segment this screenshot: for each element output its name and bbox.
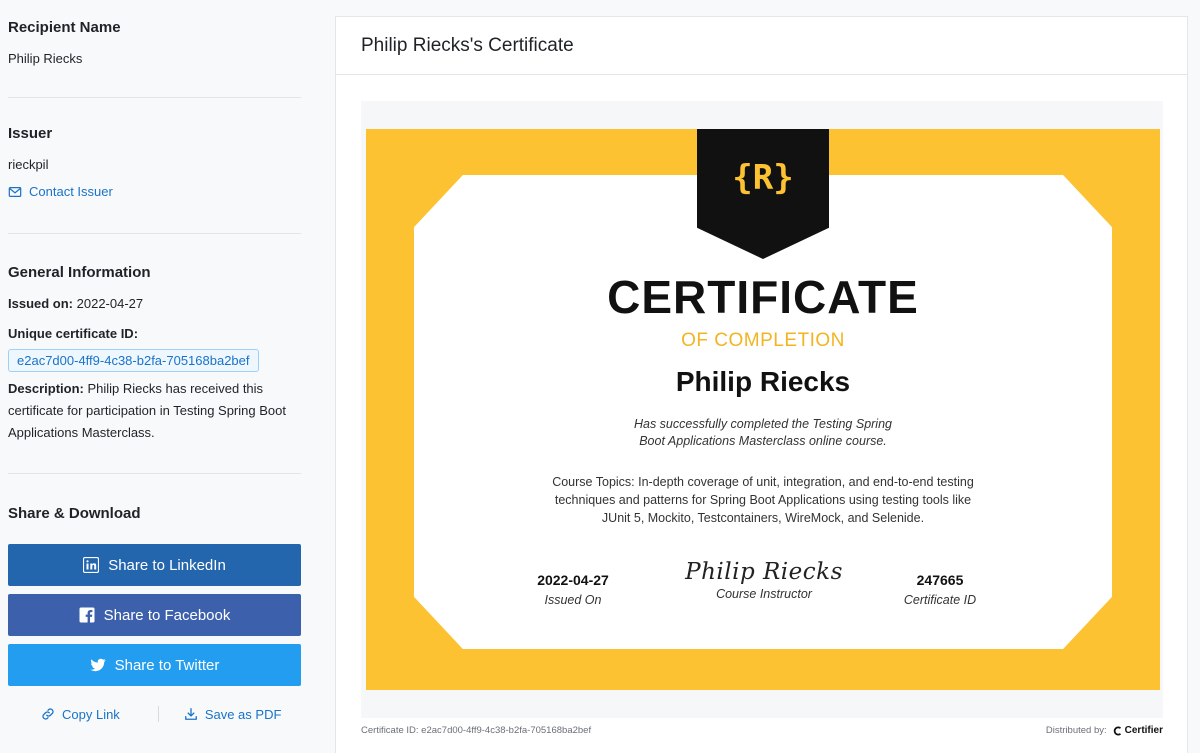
linkedin-icon — [83, 557, 100, 573]
recipient-name: Philip Riecks — [8, 51, 83, 66]
card-header: Philip Riecks's Certificate — [336, 17, 1187, 75]
instructor-label: Course Instructor — [716, 587, 812, 601]
share-section: Share & Download Share to LinkedIn Share… — [8, 474, 301, 722]
facebook-icon — [79, 607, 95, 623]
certifier-logo-icon — [1113, 726, 1121, 735]
certificate-instructor-block: Philip Riecks Course Instructor — [684, 559, 844, 601]
save-pdf-button[interactable]: Save as PDF — [184, 706, 282, 722]
general-info-section: General Information Issued on: 2022-04-2… — [8, 234, 301, 474]
footer-certificate-id: Certificate ID: e2ac7d00-4ff9-4c38-b2fa-… — [361, 725, 592, 736]
share-linkedin-button[interactable]: Share to LinkedIn — [8, 544, 301, 586]
instructor-signature: Philip Riecks — [685, 559, 843, 585]
issuer-name: rieckpil — [8, 157, 49, 172]
certificate-subheading: OF COMPLETION — [681, 330, 845, 351]
certifier-brand-name: Certifier — [1124, 725, 1163, 736]
page-title: Philip Riecks's Certificate — [361, 34, 574, 56]
share-facebook-label: Share to Facebook — [103, 606, 231, 624]
certificate-number-value: 247665 — [916, 572, 964, 588]
certificate-logo-text: {R} — [732, 158, 793, 198]
copy-link-label: Copy Link — [62, 706, 120, 722]
certificate-date-value: 2022-04-27 — [537, 572, 609, 588]
certifier-brand[interactable]: Certifier — [1113, 725, 1163, 736]
certificate-id-block: 247665 Certificate ID — [860, 572, 1020, 607]
distributed-label: Distributed by: — [1045, 725, 1107, 736]
link-icon — [42, 708, 54, 720]
certificate-logo-icon: {R} — [732, 158, 793, 198]
twitter-icon — [90, 658, 106, 672]
description: Description: Philip Riecks has received … — [8, 378, 301, 444]
envelope-icon — [8, 186, 22, 197]
certificate-date-label: Issued On — [544, 593, 602, 607]
card-footer: Certificate ID: e2ac7d00-4ff9-4c38-b2fa-… — [361, 725, 1163, 736]
issued-on-row: Issued on: 2022-04-27 — [8, 293, 301, 315]
certificate-topics-text: Course Topics: In-depth coverage of unit… — [552, 475, 974, 525]
distributed-by: Distributed by: Certifier — [1046, 725, 1163, 736]
copy-link-button[interactable]: Copy Link — [41, 707, 120, 722]
issued-on-value: 2022-04-27 — [76, 296, 144, 311]
sidebar: Recipient Name Philip Riecks Issuer riec… — [0, 0, 310, 753]
share-heading: Share & Download — [8, 505, 141, 522]
certificate-heading: CERTIFICATE — [607, 271, 919, 323]
share-linkedin-label: Share to LinkedIn — [108, 556, 226, 574]
certificate-number-label: Certificate ID — [903, 593, 977, 607]
description-label: Description: — [8, 381, 84, 396]
share-facebook-button[interactable]: Share to Facebook — [8, 594, 301, 636]
certificate-preview: {R} CERTIFICATE OF COMPLETION Philip Rie… — [361, 101, 1163, 718]
certificate-date-block: 2022-04-27 Issued On — [493, 572, 653, 607]
certificate-card: Philip Riecks's Certificate {R} CERTIFIC… — [335, 16, 1188, 753]
issuer-section: Issuer rieckpil Contact Issuer — [8, 98, 301, 234]
share-links-row: Copy Link Save as PDF — [8, 706, 301, 722]
download-icon — [184, 708, 197, 720]
links-divider — [157, 706, 159, 722]
unique-id-label: Unique certificate ID: — [8, 326, 139, 341]
certificate-completion-text: Has successfully completed the Testing S… — [633, 417, 892, 448]
recipient-section: Recipient Name Philip Riecks — [8, 0, 301, 98]
contact-issuer-label: Contact Issuer — [29, 184, 113, 199]
recipient-heading: Recipient Name — [8, 19, 121, 36]
share-twitter-button[interactable]: Share to Twitter — [8, 644, 301, 686]
issuer-heading: Issuer — [8, 125, 53, 142]
certificate-image: {R} CERTIFICATE OF COMPLETION Philip Rie… — [366, 129, 1160, 690]
issued-on-label: Issued on: — [8, 296, 74, 311]
save-pdf-label: Save as PDF — [204, 706, 282, 722]
general-info-heading: General Information — [8, 264, 151, 281]
contact-issuer-link[interactable]: Contact Issuer — [8, 184, 301, 199]
share-twitter-label: Share to Twitter — [114, 656, 220, 674]
certificate-recipient: Philip Riecks — [675, 366, 851, 397]
certificate-id-chip[interactable]: e2ac7d00-4ff9-4c38-b2fa-705168ba2bef — [8, 349, 259, 372]
